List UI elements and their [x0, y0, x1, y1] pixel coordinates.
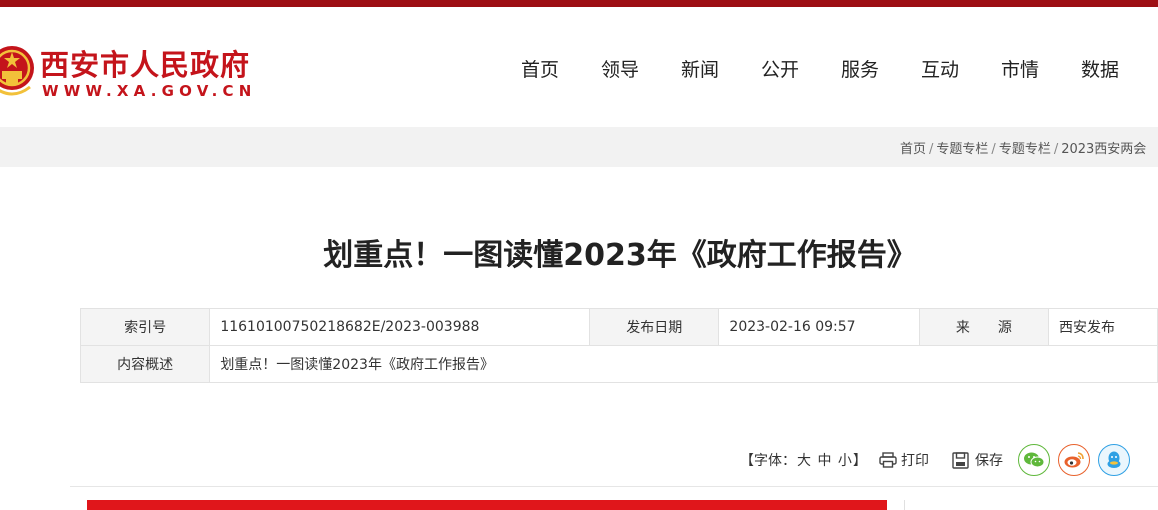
- printer-icon: [879, 452, 897, 468]
- font-size-medium[interactable]: 中: [816, 453, 832, 469]
- nav-item-leaders[interactable]: 领导: [580, 55, 660, 83]
- breadcrumb-separator: /: [1053, 142, 1059, 157]
- nav-item-public[interactable]: 公开: [740, 55, 820, 83]
- print-button[interactable]: 打印: [879, 450, 929, 470]
- national-emblem-icon[interactable]: [0, 35, 36, 105]
- index-number-value: 11610100750218682E/2023-003988: [209, 308, 591, 346]
- nav-item-news[interactable]: 新闻: [660, 55, 740, 83]
- site-logo-url[interactable]: WWW.XA.GOV.CN: [42, 82, 256, 100]
- article-title: 划重点！一图读懂2023年《政府工作报告》: [323, 238, 917, 273]
- breadcrumb: 首页 / 专题专栏 / 专题专栏/2023西安两会: [900, 138, 1146, 157]
- summary-value: 划重点！一图读懂2023年《政府工作报告》: [209, 345, 1158, 383]
- nav-item-home[interactable]: 首页: [500, 55, 580, 83]
- main-nav: 首页 领导 新闻 公开 服务 互动 市情 数据: [500, 55, 1140, 83]
- sidebar-divider: [904, 500, 905, 510]
- nav-item-services[interactable]: 服务: [820, 55, 900, 83]
- meta-row: 索引号 11610100750218682E/2023-003988 发布日期 …: [79, 308, 1158, 346]
- nav-item-city-info[interactable]: 市情: [980, 55, 1060, 83]
- font-size-open: 【字体：: [740, 453, 796, 469]
- share-wechat-button[interactable]: [1018, 444, 1050, 476]
- breadcrumb-home[interactable]: 首页: [900, 142, 926, 157]
- publish-date-label: 发布日期: [589, 308, 720, 346]
- breadcrumb-special-topics-2[interactable]: 专题专栏: [999, 142, 1051, 157]
- breadcrumb-current[interactable]: 2023西安两会: [1061, 142, 1146, 157]
- meta-row: 内容概述 划重点！一图读懂2023年《政府工作报告》: [79, 345, 1158, 383]
- font-size-close: 】: [852, 453, 867, 469]
- site-header: 西安市人民政府 WWW.XA.GOV.CN 首页 领导 新闻 公开 服务 互动 …: [0, 7, 1158, 127]
- nav-item-interaction[interactable]: 互动: [900, 55, 980, 83]
- share-weibo-button[interactable]: [1058, 444, 1090, 476]
- source-value: 西安发布: [1048, 308, 1158, 346]
- share-qq-button[interactable]: [1098, 444, 1130, 476]
- breadcrumb-special-topics[interactable]: 专题专栏: [936, 142, 988, 157]
- content-divider: [70, 486, 1158, 487]
- publish-date-value: 2023-02-16 09:57: [718, 308, 920, 346]
- breadcrumb-separator: /: [991, 142, 996, 157]
- font-size-selector: 【字体：大 中 小】: [740, 450, 867, 470]
- font-size-large[interactable]: 大: [796, 453, 812, 469]
- site-logo-title[interactable]: 西安市人民政府: [40, 42, 250, 84]
- weibo-icon: [1064, 452, 1084, 468]
- summary-label: 内容概述: [79, 345, 211, 383]
- save-label: 保存: [975, 453, 1003, 469]
- save-button[interactable]: 保存: [952, 450, 1003, 470]
- print-label: 打印: [901, 453, 929, 469]
- nav-item-data[interactable]: 数据: [1060, 55, 1140, 83]
- source-label: 来 源: [918, 308, 1050, 346]
- breadcrumb-separator: /: [929, 142, 934, 157]
- save-icon: [952, 451, 969, 469]
- index-number-label: 索引号: [79, 308, 211, 346]
- infographic-image: [87, 500, 887, 510]
- wechat-icon: [1024, 452, 1045, 468]
- breadcrumb-bar: 首页 / 专题专栏 / 专题专栏/2023西安两会: [0, 127, 1158, 167]
- qq-icon: [1107, 451, 1121, 468]
- article-meta-table: 索引号 11610100750218682E/2023-003988 发布日期 …: [79, 308, 1158, 383]
- top-accent-strip: [0, 0, 1158, 7]
- font-size-small[interactable]: 小: [837, 453, 853, 469]
